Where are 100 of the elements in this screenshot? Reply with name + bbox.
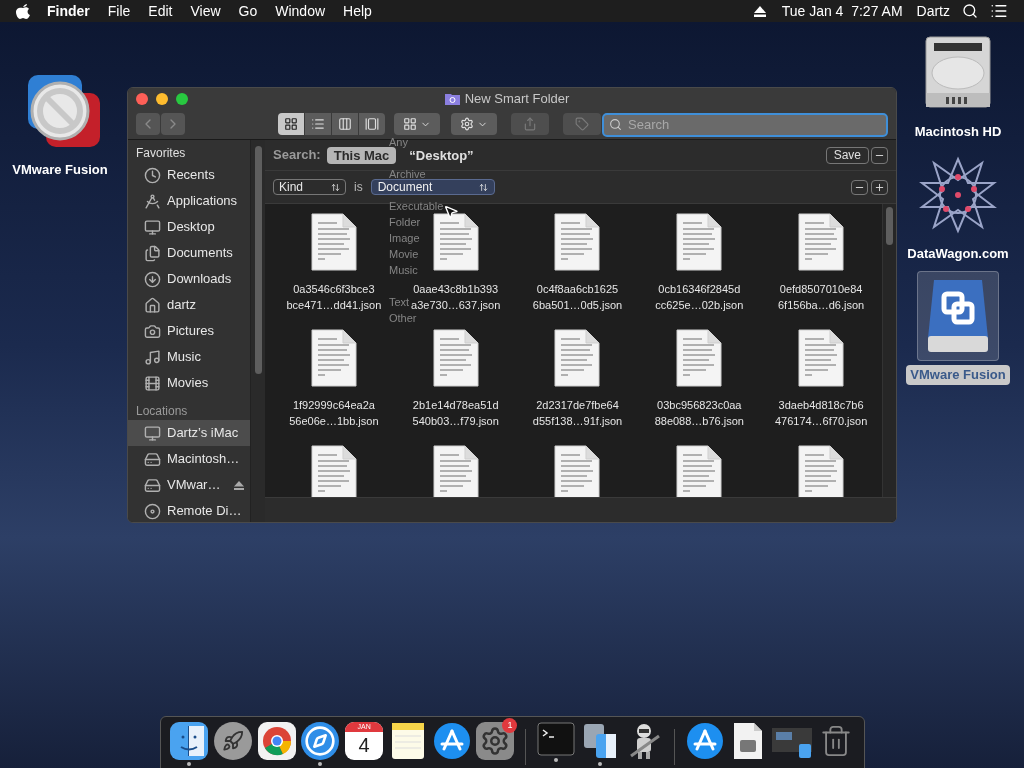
menu-option[interactable]: Folder — [389, 214, 421, 230]
sidebar-item[interactable]: Applications — [128, 188, 250, 214]
view-button[interactable] — [305, 113, 331, 135]
menu-option[interactable]: Other — [389, 310, 417, 326]
list-icon — [311, 117, 325, 131]
menu-clock[interactable]: Tue Jan 4 7:27 AM — [781, 0, 903, 22]
menu-option[interactable]: Music — [389, 262, 418, 278]
document-icon[interactable] — [733, 722, 764, 760]
view-button[interactable] — [332, 113, 358, 135]
menu-list-icon[interactable] — [990, 2, 1008, 20]
sidebar-item[interactable]: Downloads — [128, 266, 250, 292]
scrollbar-thumb[interactable] — [886, 207, 893, 245]
sidebar-item[interactable]: Movies — [128, 370, 250, 396]
scope-button[interactable]: This Mac — [326, 146, 397, 164]
sidebar-item[interactable]: Desktop — [128, 214, 250, 240]
menu-item[interactable]: Help — [343, 0, 372, 22]
group-button[interactable] — [394, 113, 440, 135]
sidebar-item[interactable]: dartz — [128, 292, 250, 318]
sidebar-item-label: Downloads — [167, 270, 233, 289]
file-name[interactable]: 2d2317de7fbe64 d55f138…91f.json — [532, 397, 623, 429]
view-button[interactable] — [359, 113, 385, 135]
menu-item[interactable]: Edit — [148, 0, 173, 22]
file-name[interactable]: 0a3546c6f3bce3 bce471…dd41.json — [286, 281, 382, 313]
file-name[interactable]: 0c4f8aa6cb1625 6ba501…0d5.json — [532, 281, 623, 313]
stepper-icon — [331, 182, 340, 192]
menu-option[interactable]: Archive — [389, 166, 426, 182]
file-name[interactable]: 03bc956823c0aa 88e088…b76.json — [654, 397, 744, 429]
desktop-icon-label: Macintosh HD — [913, 123, 1003, 141]
attribute-popup[interactable]: Kind — [273, 179, 346, 195]
menu-item[interactable]: Go — [238, 0, 258, 22]
file-name[interactable]: 2b1e14d78ea51d 540b03…f79.json — [412, 397, 499, 429]
sidebar-item[interactable]: Documents — [128, 240, 250, 266]
close-button[interactable] — [136, 93, 148, 105]
sidebar-item[interactable]: Recents — [128, 162, 250, 188]
hard-drive-icon — [144, 450, 161, 468]
stepper-icon — [478, 182, 488, 192]
menu-item[interactable]: Finder — [47, 0, 90, 22]
gear-icon — [460, 117, 474, 131]
app-store-icon[interactable] — [432, 722, 471, 760]
apple-logo-icon[interactable] — [16, 3, 30, 19]
remove-button[interactable] — [871, 146, 888, 164]
settings-icon[interactable] — [476, 722, 515, 760]
file-name[interactable]: 3daeb4d818c7b6 476174…6f70.json — [774, 397, 868, 429]
document-icon — [676, 329, 723, 387]
compass-icon[interactable] — [301, 722, 340, 760]
sidebar-item-label: Applications — [167, 192, 239, 211]
add-criteria-button[interactable] — [871, 179, 888, 195]
menu-option[interactable]: Executable — [389, 198, 444, 214]
rocket-icon[interactable] — [213, 722, 252, 760]
menu-option[interactable]: Image — [389, 230, 420, 246]
minimize-button[interactable] — [156, 93, 168, 105]
file-name[interactable]: 0efd8507010e84 6f156ba…d6.json — [777, 281, 865, 313]
value-popup[interactable]: Document — [370, 179, 495, 195]
scrollbar-thumb[interactable] — [254, 146, 262, 374]
app-store-icon[interactable] — [685, 722, 724, 760]
browser-icon[interactable] — [257, 722, 296, 760]
menu-item[interactable]: File — [107, 0, 131, 22]
sidebar-section-title: Favorites — [135, 145, 187, 162]
cursor-icon — [443, 204, 459, 220]
house-icon — [144, 296, 161, 314]
file-name[interactable]: 0cb16346f2845d cc625e…02b.json — [655, 281, 744, 313]
finder-icon[interactable] — [169, 722, 208, 760]
operator-label: is — [354, 179, 363, 196]
eject-icon[interactable] — [753, 5, 766, 17]
desktop-icon-label: VMware Fusion — [11, 161, 109, 179]
share-icon — [523, 117, 537, 131]
document-icon — [310, 445, 357, 497]
search-scope-label: Search: — [273, 146, 321, 165]
sidebar-item[interactable]: Remote Di… — [128, 498, 250, 522]
user-name[interactable]: Dartz — [916, 0, 950, 22]
file-name[interactable]: 0aae43c8b1b393 a3e730…637.json — [411, 281, 501, 313]
view-button[interactable] — [278, 113, 304, 135]
document-icon — [798, 213, 845, 271]
sidebar-item-label: Pictures — [167, 322, 215, 341]
music-note-icon — [144, 348, 161, 366]
sidebar-item[interactable]: Pictures — [128, 318, 250, 344]
sidebar-item[interactable]: Macintosh… — [128, 446, 250, 472]
sidebar-item[interactable]: VMwar… — [128, 472, 250, 498]
documents-icon — [144, 244, 161, 262]
terminal-icon[interactable] — [537, 722, 576, 756]
clock-icon — [144, 166, 161, 184]
menu-item[interactable]: View — [190, 0, 221, 22]
menu-option[interactable]: Text — [389, 294, 410, 310]
search-field[interactable]: Search — [602, 112, 888, 137]
file-name[interactable]: 1f92999c64ea2a 56e06e…1bb.json — [289, 397, 379, 429]
desktop-icon[interactable] — [917, 271, 999, 361]
search-icon[interactable] — [962, 3, 978, 19]
window-title: New Smart Folder — [464, 90, 570, 109]
sidebar-item[interactable]: Dartz’s iMac — [128, 420, 250, 446]
zoom-button[interactable] — [176, 93, 188, 105]
sidebar-item-label: Recents — [167, 166, 216, 185]
remove-criteria-button[interactable] — [851, 179, 868, 195]
action-button[interactable] — [451, 113, 497, 135]
grid-icon — [403, 117, 417, 131]
menu-item[interactable]: Window — [275, 0, 326, 22]
document-icon — [676, 213, 723, 271]
menu-option[interactable]: Movie — [389, 246, 419, 262]
save-button[interactable]: Save — [825, 146, 869, 164]
sidebar-item[interactable]: Music — [128, 344, 250, 370]
gallery-icon — [365, 117, 379, 131]
